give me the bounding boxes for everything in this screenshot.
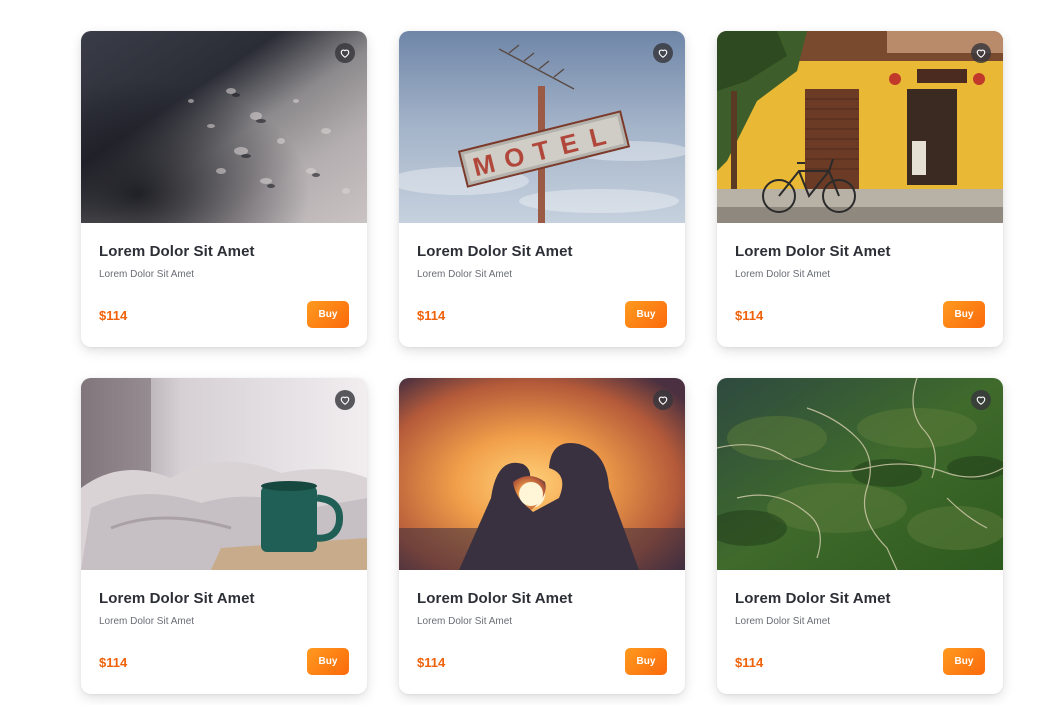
favorite-button[interactable] xyxy=(971,43,991,63)
product-image[interactable] xyxy=(399,378,685,570)
heart-outline-icon xyxy=(340,396,350,405)
product-card: Lorem Dolor Sit Amet Lorem Dolor Sit Ame… xyxy=(717,378,1003,694)
favorite-button[interactable] xyxy=(335,390,355,410)
product-info: Lorem Dolor Sit Amet Lorem Dolor Sit Ame… xyxy=(81,223,367,347)
product-image[interactable] xyxy=(81,31,367,223)
product-image[interactable] xyxy=(717,378,1003,570)
product-price: $114 xyxy=(99,308,128,323)
product-title: Lorem Dolor Sit Amet xyxy=(735,243,891,260)
product-grid: Lorem Dolor Sit Amet Lorem Dolor Sit Ame… xyxy=(81,31,1003,694)
product-title: Lorem Dolor Sit Amet xyxy=(417,590,573,607)
favorite-button[interactable] xyxy=(971,390,991,410)
product-image[interactable]: MOTEL xyxy=(399,31,685,223)
water-droplets-photo xyxy=(81,31,367,223)
buy-button[interactable]: Buy xyxy=(943,648,985,675)
product-image[interactable] xyxy=(717,31,1003,223)
product-subtitle: Lorem Dolor Sit Amet xyxy=(417,616,513,627)
product-price: $114 xyxy=(735,655,764,670)
product-price: $114 xyxy=(417,308,446,323)
product-info: Lorem Dolor Sit Amet Lorem Dolor Sit Ame… xyxy=(399,223,685,347)
product-card: Lorem Dolor Sit Amet Lorem Dolor Sit Ame… xyxy=(717,31,1003,347)
product-title: Lorem Dolor Sit Amet xyxy=(99,243,255,260)
product-card: Lorem Dolor Sit Amet Lorem Dolor Sit Ame… xyxy=(399,378,685,694)
favorite-button[interactable] xyxy=(653,390,673,410)
product-card: MOTEL Lorem Dolor Sit Amet Lorem Dolor S… xyxy=(399,31,685,347)
product-card: Lorem Dolor Sit Amet Lorem Dolor Sit Ame… xyxy=(81,378,367,694)
product-info: Lorem Dolor Sit Amet Lorem Dolor Sit Ame… xyxy=(717,570,1003,694)
buy-button[interactable]: Buy xyxy=(307,648,349,675)
buy-button[interactable]: Buy xyxy=(943,301,985,328)
buy-button[interactable]: Buy xyxy=(625,301,667,328)
product-title: Lorem Dolor Sit Amet xyxy=(735,590,891,607)
product-subtitle: Lorem Dolor Sit Amet xyxy=(417,269,513,280)
product-info: Lorem Dolor Sit Amet Lorem Dolor Sit Ame… xyxy=(399,570,685,694)
heart-outline-icon xyxy=(340,49,350,58)
aerial-green-hills-photo xyxy=(717,378,1003,570)
motel-sign-photo: MOTEL xyxy=(399,31,685,223)
heart-outline-icon xyxy=(658,396,668,405)
favorite-button[interactable] xyxy=(335,43,355,63)
product-title: Lorem Dolor Sit Amet xyxy=(99,590,255,607)
product-subtitle: Lorem Dolor Sit Amet xyxy=(735,269,831,280)
buy-button[interactable]: Buy xyxy=(307,301,349,328)
product-subtitle: Lorem Dolor Sit Amet xyxy=(99,269,195,280)
heart-outline-icon xyxy=(658,49,668,58)
product-price: $114 xyxy=(417,655,446,670)
product-price: $114 xyxy=(735,308,764,323)
product-subtitle: Lorem Dolor Sit Amet xyxy=(99,616,195,627)
product-card: Lorem Dolor Sit Amet Lorem Dolor Sit Ame… xyxy=(81,31,367,347)
product-image[interactable] xyxy=(81,378,367,570)
heart-hands-sunset-photo xyxy=(399,378,685,570)
product-title: Lorem Dolor Sit Amet xyxy=(417,243,573,260)
yellow-house-bicycle-photo xyxy=(717,31,1003,223)
product-info: Lorem Dolor Sit Amet Lorem Dolor Sit Ame… xyxy=(81,570,367,694)
buy-button[interactable]: Buy xyxy=(625,648,667,675)
product-info: Lorem Dolor Sit Amet Lorem Dolor Sit Ame… xyxy=(717,223,1003,347)
favorite-button[interactable] xyxy=(653,43,673,63)
heart-outline-icon xyxy=(976,396,986,405)
product-subtitle: Lorem Dolor Sit Amet xyxy=(735,616,831,627)
coffee-mug-bed-photo xyxy=(81,378,367,570)
product-price: $114 xyxy=(99,655,128,670)
heart-outline-icon xyxy=(976,49,986,58)
